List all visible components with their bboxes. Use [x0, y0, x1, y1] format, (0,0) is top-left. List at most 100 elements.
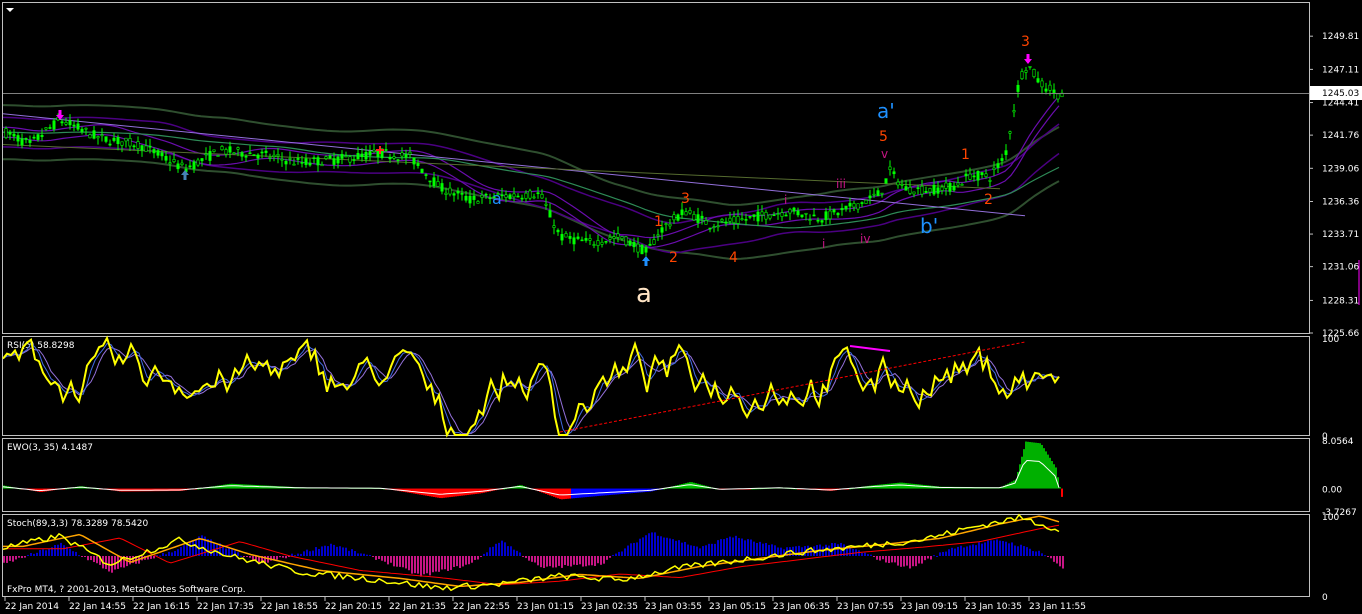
candle-body: [216, 155, 220, 157]
wave-label: 3: [681, 191, 690, 207]
price-tick-label: 1239.06: [1322, 164, 1359, 174]
stoch-hist-bar: [657, 535, 659, 556]
candle-body: [1040, 80, 1044, 88]
stoch-hist-bar: [468, 556, 470, 565]
candle-body: [960, 184, 964, 186]
ewo-bar: [445, 488, 447, 498]
stoch-hist-bar: [684, 541, 686, 556]
wave-label: a': [877, 99, 895, 123]
ewo-bar: [683, 483, 685, 489]
stoch-hist-bar: [984, 542, 986, 556]
ewo-bar: [601, 488, 603, 496]
candle-body: [760, 211, 764, 216]
stoch-hist-bar: [1062, 556, 1064, 569]
ewo-bar: [559, 488, 561, 500]
ewo-bar: [1009, 482, 1011, 489]
candle-body: [80, 128, 84, 132]
candle-body: [180, 162, 184, 166]
candle-body: [16, 135, 20, 142]
ewo-bar: [583, 488, 585, 498]
chart-window[interactable]: 1249.81 1247.11 1244.41 1241.76 1239.06 1236.…: [0, 0, 1362, 614]
time-tick-label: 22 Jan 17:35: [197, 602, 254, 612]
candle-body: [156, 150, 160, 156]
stoch-hist-bar: [168, 551, 170, 556]
ewo-bar: [561, 488, 563, 500]
stoch-hist-bar: [300, 553, 302, 556]
candle-body: [440, 183, 444, 192]
candle-body: [388, 156, 392, 160]
candle-body: [92, 130, 96, 139]
candle-body: [1044, 88, 1048, 92]
stoch-hist-bar: [171, 552, 173, 556]
candle-body: [472, 195, 476, 200]
stoch-hist-bar: [159, 555, 161, 557]
ewo-bar: [581, 488, 583, 498]
price-tick-label: 1236.36: [1322, 197, 1359, 207]
stoch-hist-bar: [660, 536, 662, 556]
ewo-bar: [689, 482, 691, 489]
candle-body: [208, 151, 212, 161]
ewo-axis: 8.05640.00-3.7267: [1322, 437, 1357, 518]
candle-body: [304, 158, 308, 165]
stoch-hist-bar: [78, 555, 80, 557]
candle-body: [944, 182, 948, 189]
candle-body: [328, 155, 332, 159]
ewo-bar: [1023, 449, 1025, 489]
stoch-hist-bar: [645, 535, 647, 556]
ewo-bar: [413, 488, 415, 494]
candle-body: [632, 242, 636, 248]
time-tick-label: 23 Jan 03:55: [645, 602, 702, 612]
stoch-hist-bar: [390, 556, 392, 563]
stoch-hist-bar: [90, 556, 92, 561]
candle-body: [96, 136, 100, 139]
rsi-ma-line: [2, 342, 1060, 436]
stoch-hist-bar: [600, 556, 602, 565]
candle-body: [796, 210, 800, 216]
stoch-hist-bar: [699, 548, 701, 556]
ewo-bar: [1033, 442, 1035, 489]
candle-body: [780, 212, 784, 217]
stoch-hist-bar: [333, 544, 335, 556]
stoch-hist-bar: [129, 556, 131, 565]
candle-body: [412, 157, 416, 165]
wave-label: iii: [836, 177, 846, 191]
stoch-hist-bar: [960, 545, 962, 556]
candle-body: [892, 171, 896, 175]
stoch-hist-bar: [366, 554, 368, 556]
pane-frames: [2, 2, 1310, 597]
stoch-hist-bar: [951, 547, 953, 556]
ewo-bar: [591, 488, 593, 497]
stoch-hist-bar: [897, 556, 899, 566]
candle-body: [548, 210, 552, 218]
stoch-hist-bar: [351, 549, 353, 556]
stoch-hist-bar: [396, 556, 398, 567]
ewo-bar: [415, 488, 417, 494]
candle-body: [832, 209, 836, 213]
price-tick-label: 1228.31: [1322, 296, 1359, 306]
candle-body: [248, 152, 252, 155]
candle-body: [224, 149, 228, 155]
candle-body: [1020, 71, 1024, 80]
candle-body: [644, 246, 648, 253]
stoch-hist-bar: [315, 547, 317, 556]
ewo-bar: [441, 488, 443, 499]
stoch-hist-bar: [837, 544, 839, 556]
ewo-bar: [557, 488, 559, 499]
stoch-hist-bar: [1050, 556, 1052, 559]
stoch-hist-bar: [942, 551, 944, 556]
ewo-bar: [453, 488, 455, 497]
stoch-hist-bar: [711, 543, 713, 556]
stoch-hist-bar: [246, 556, 248, 557]
stoch-hist-bar: [564, 556, 566, 565]
candle-body: [544, 203, 548, 206]
stoch-hist-bar: [903, 556, 905, 567]
candle-body: [332, 158, 336, 165]
stoch-hist-bar: [870, 554, 872, 556]
candle-body: [100, 134, 104, 137]
band-line: [3, 131, 1060, 229]
candle-body: [736, 216, 740, 224]
menu-triangle-icon[interactable]: [6, 8, 14, 12]
candle-body: [652, 239, 656, 245]
stoch-hist-bar: [429, 556, 431, 576]
stoch-hist-bar: [669, 538, 671, 556]
